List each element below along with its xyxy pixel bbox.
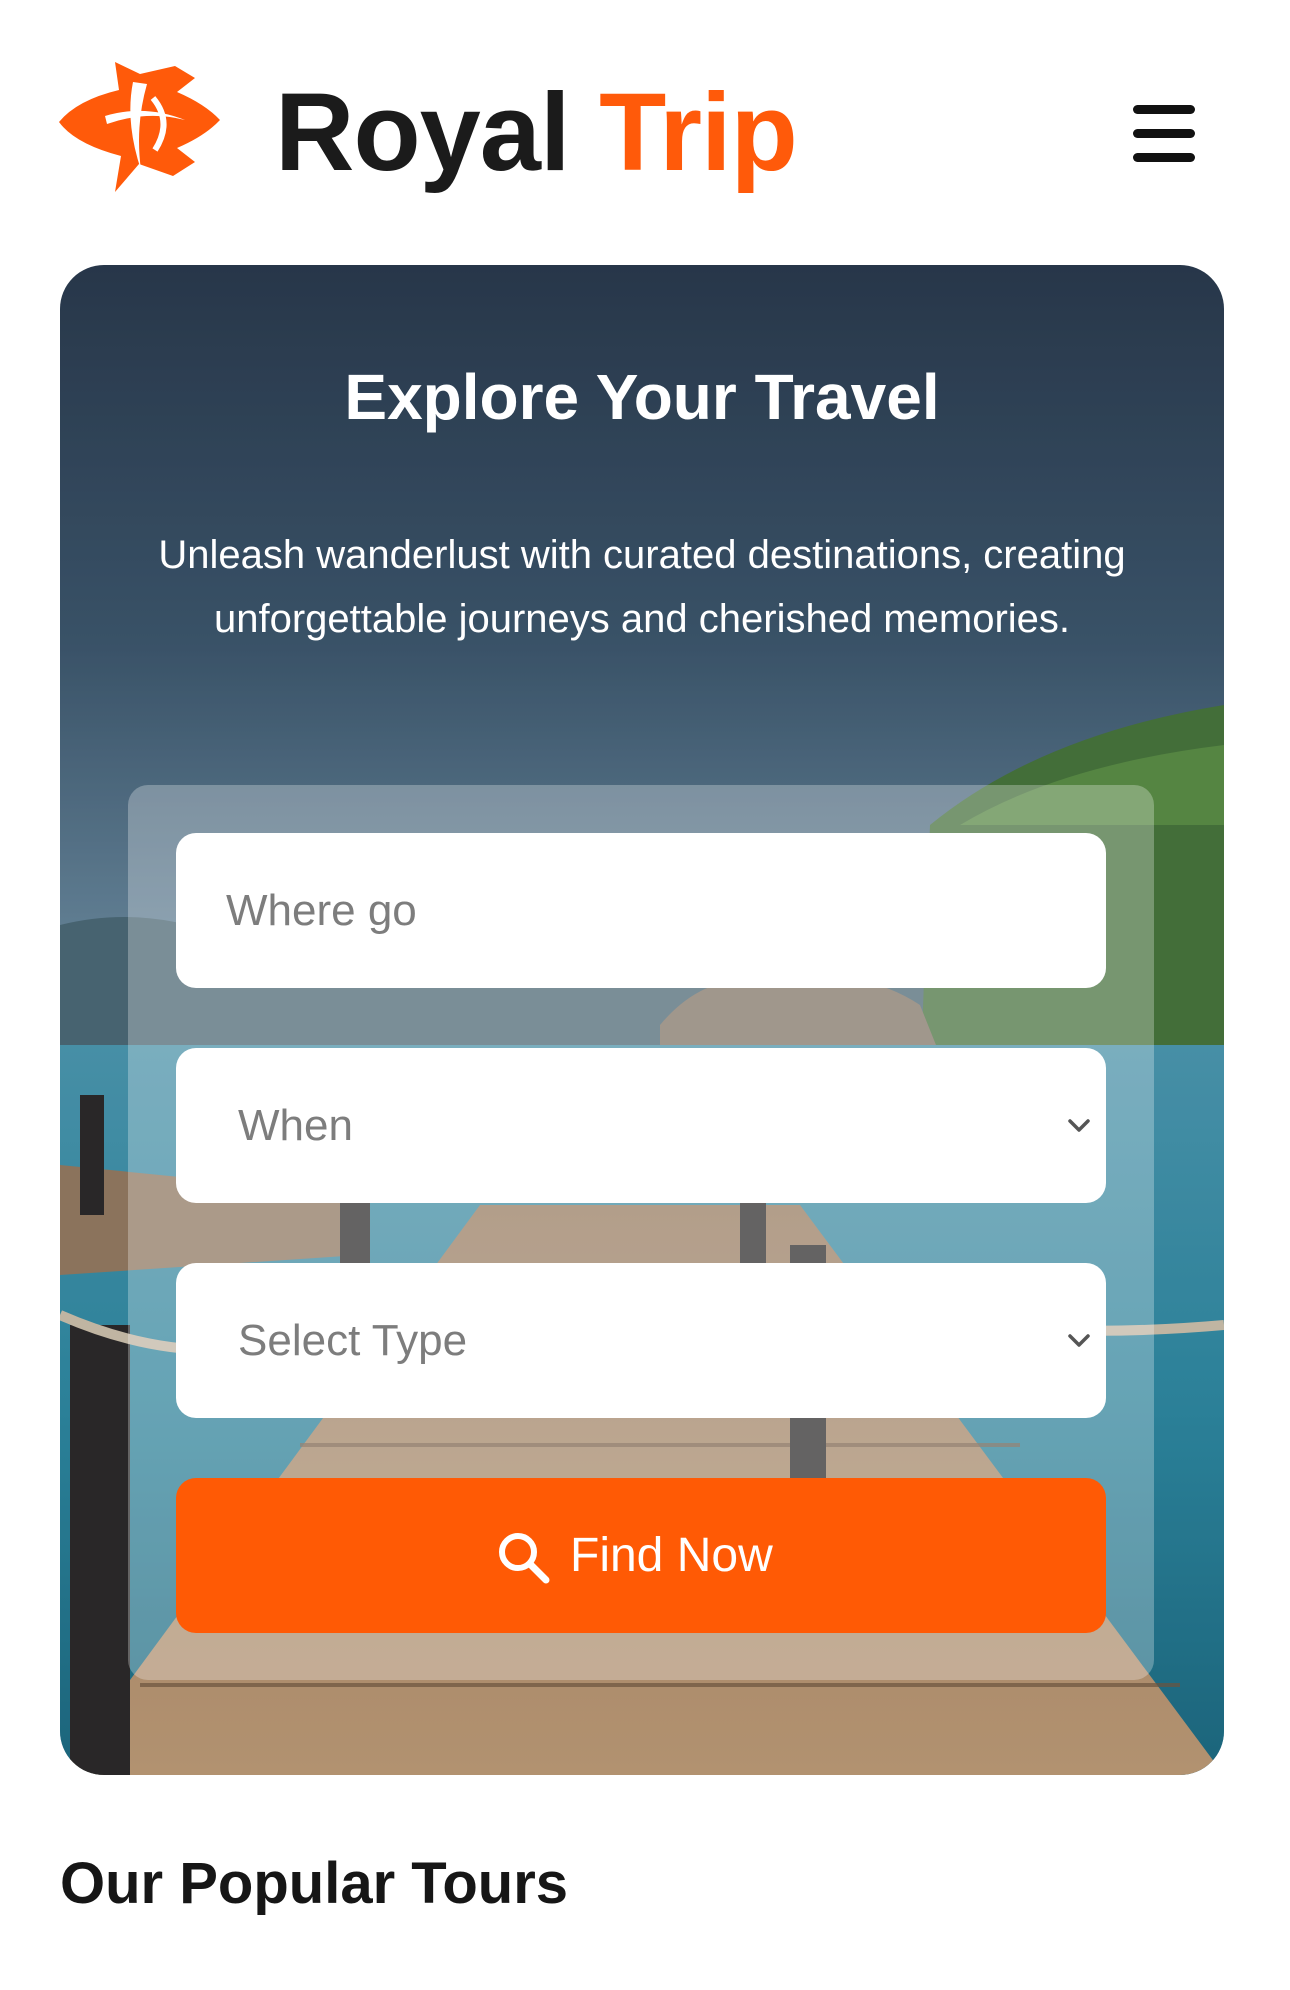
where-input[interactable] xyxy=(176,833,1106,988)
hero-title: Explore Your Travel xyxy=(344,361,940,433)
when-select-value: When xyxy=(238,1101,353,1150)
type-select-value: Select Type xyxy=(238,1316,468,1365)
type-select[interactable]: Select Type xyxy=(176,1263,1106,1418)
when-select[interactable]: When xyxy=(176,1048,1106,1203)
hero-subtitle: Unleash wanderlust with curated destinat… xyxy=(158,533,1126,641)
where-field[interactable] xyxy=(176,833,1106,988)
chevron-down-icon xyxy=(1068,1119,1090,1132)
find-now-button[interactable]: Find Now xyxy=(176,1478,1106,1633)
hero-banner: Explore Your Travel Unleash wanderlust w… xyxy=(60,265,1224,1775)
brand-name[interactable]: Royal Trip xyxy=(275,78,798,188)
site-header: Royal Trip xyxy=(0,0,1290,240)
search-form: When Select Type Find Now xyxy=(128,785,1154,1680)
logo-icon[interactable] xyxy=(55,52,230,202)
find-now-label: Find Now xyxy=(570,1529,773,1582)
brand-word-trip: Trip xyxy=(599,71,798,194)
chevron-down-icon xyxy=(1068,1334,1090,1347)
brand-word-royal: Royal xyxy=(275,71,571,194)
popular-tours-heading: Our Popular Tours xyxy=(60,1851,569,1916)
search-icon xyxy=(499,1533,550,1584)
hamburger-menu-icon[interactable] xyxy=(1133,105,1203,165)
